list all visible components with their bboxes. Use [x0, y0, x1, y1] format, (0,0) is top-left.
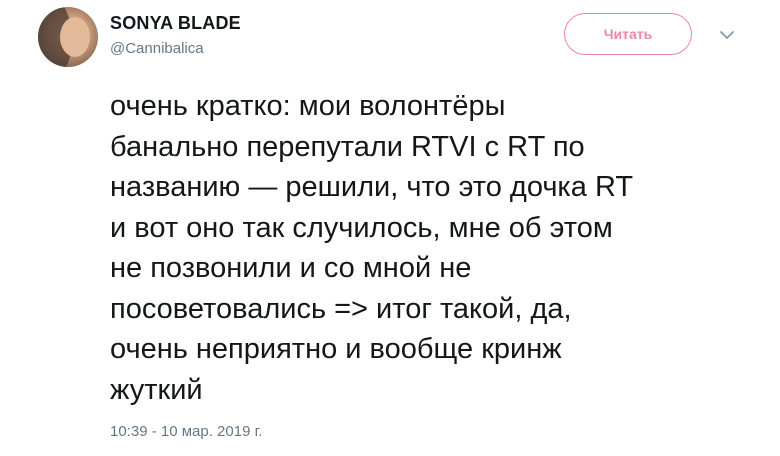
tweet-text-line: банально перепутали RTVI с RT по: [110, 130, 585, 163]
author-handle[interactable]: @Cannibalica: [110, 40, 204, 57]
author-display-name[interactable]: SONYA BLADE: [110, 13, 241, 34]
tweet-text-line: очень неприятно и вообще кринж: [110, 333, 562, 365]
tweet-text-line: посоветовались => итог такой, да,: [110, 292, 572, 325]
tweet-text-line: не позвонили и со мной не: [110, 252, 472, 284]
avatar[interactable]: [38, 7, 98, 67]
tweet-timestamp[interactable]: 10:39 - 10 мар. 2019 г.: [110, 423, 262, 440]
tweet-text-line: и вот оно так случилось, мне об этом: [110, 211, 613, 244]
avatar-face-shape: [60, 17, 90, 57]
follow-button[interactable]: Читать: [564, 13, 692, 55]
tweet-text-line: очень кратко: мои волонтёры: [110, 90, 506, 122]
tweet-text-line: жуткий: [110, 373, 203, 406]
chevron-down-icon[interactable]: [718, 28, 736, 42]
tweet-card: SONYA BLADE @Cannibalica Читать очень кр…: [0, 0, 780, 456]
tweet-text-line: названию — решили, что это дочка RT: [110, 171, 634, 203]
tweet-text: очень кратко: мои волонтёры банально пер…: [110, 86, 750, 410]
